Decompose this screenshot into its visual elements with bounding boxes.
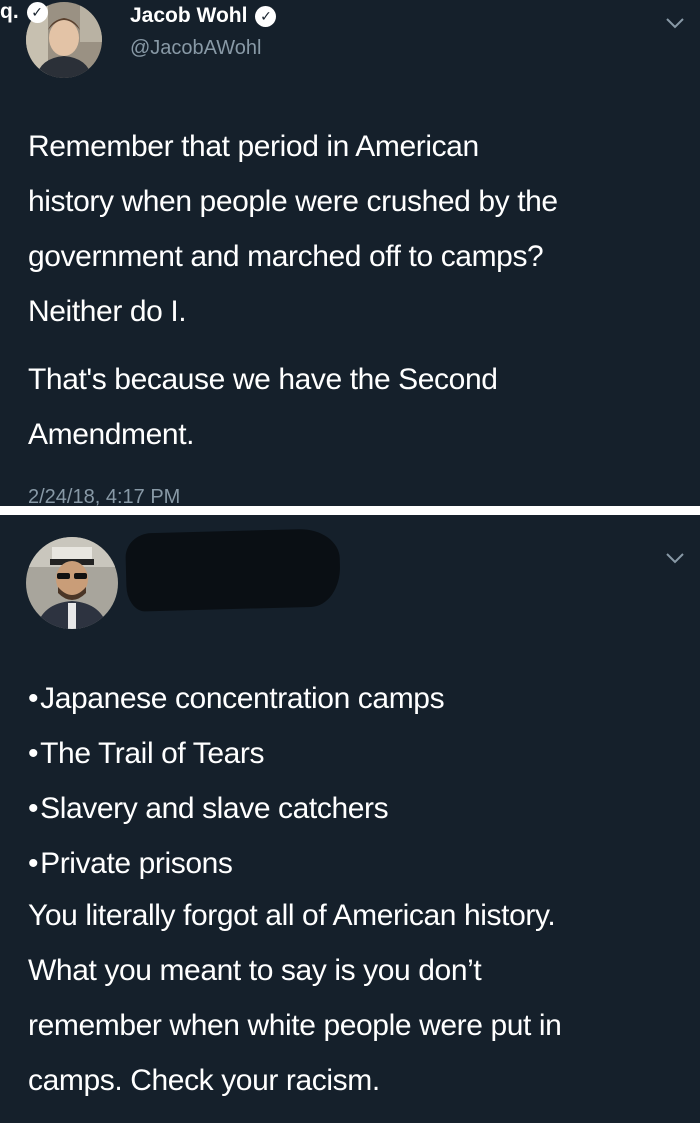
bullet-glyph: •: [28, 737, 39, 770]
bullet-list: •Japanese concentration camps •The Trail…: [28, 671, 445, 891]
tweet-card-jacob-wohl: Jacob Wohl ✓ @JacobAWohl Remember that p…: [0, 0, 700, 506]
list-item-text: The Trail of Tears: [40, 737, 265, 770]
list-item-text: Japanese concentration camps: [40, 682, 445, 715]
tweet-text-line: You literally forgot all of American his…: [28, 899, 556, 932]
author-handle[interactable]: @JacobAWohl: [130, 37, 261, 60]
list-item: •Japanese concentration camps: [28, 671, 445, 726]
redaction-scribble: [125, 528, 341, 612]
chevron-down-icon[interactable]: [664, 551, 686, 565]
tweet-text-line: What you meant to say is you don’t: [28, 954, 482, 987]
verified-check-icon: ✓: [255, 5, 277, 27]
tweet-text-paragraph: Remember that period in American history…: [28, 119, 688, 339]
list-item: •Private prisons: [28, 836, 444, 891]
list-item-text: Private prisons: [40, 847, 233, 880]
author-name-row: Jacob Wohl ✓: [130, 4, 277, 28]
list-item-text: Slavery and slave catchers: [40, 792, 389, 825]
tweet-text-line: Neither do I.: [28, 295, 187, 328]
tweet-text-paragraph: You literally forgot all of American his…: [28, 888, 688, 1108]
verified-check-icon: ✓: [26, 1, 48, 23]
tweet-text-line: That's because we have the Second: [28, 363, 498, 396]
author-display-name-fragment[interactable]: q.: [0, 0, 19, 24]
tweet-timestamp[interactable]: 2/24/18, 4:17 PM: [28, 486, 180, 506]
author-display-name[interactable]: Jacob Wohl: [130, 4, 247, 28]
bullet-glyph: •: [28, 682, 39, 715]
tweet-card-reply: •Japanese concentration camps •The Trail…: [0, 515, 700, 1123]
bullet-glyph: •: [28, 847, 39, 880]
bullet-glyph: •: [28, 792, 39, 825]
avatar[interactable]: [26, 537, 118, 629]
author-name-row: q. ✓: [0, 0, 48, 24]
tweet-text-line: camps. Check your racism.: [28, 1064, 380, 1097]
tweet-text-line: Amendment.: [28, 418, 195, 451]
tweet-text-line: Remember that period in American: [28, 130, 479, 163]
tweet-text-line: remember when white people were put in: [28, 1009, 562, 1042]
chevron-down-icon[interactable]: [664, 16, 686, 30]
tweet-text-line: history when people were crushed by the: [28, 185, 558, 218]
list-item: •Slavery and slave catchers: [28, 781, 444, 836]
list-item: •The Trail of Tears: [28, 726, 444, 781]
tweet-text-paragraph: That's because we have the Second Amendm…: [28, 352, 688, 462]
screenshot-divider: [0, 506, 700, 515]
tweet-text-line: government and marched off to camps?: [28, 240, 544, 273]
avatar-photo: [26, 537, 118, 629]
